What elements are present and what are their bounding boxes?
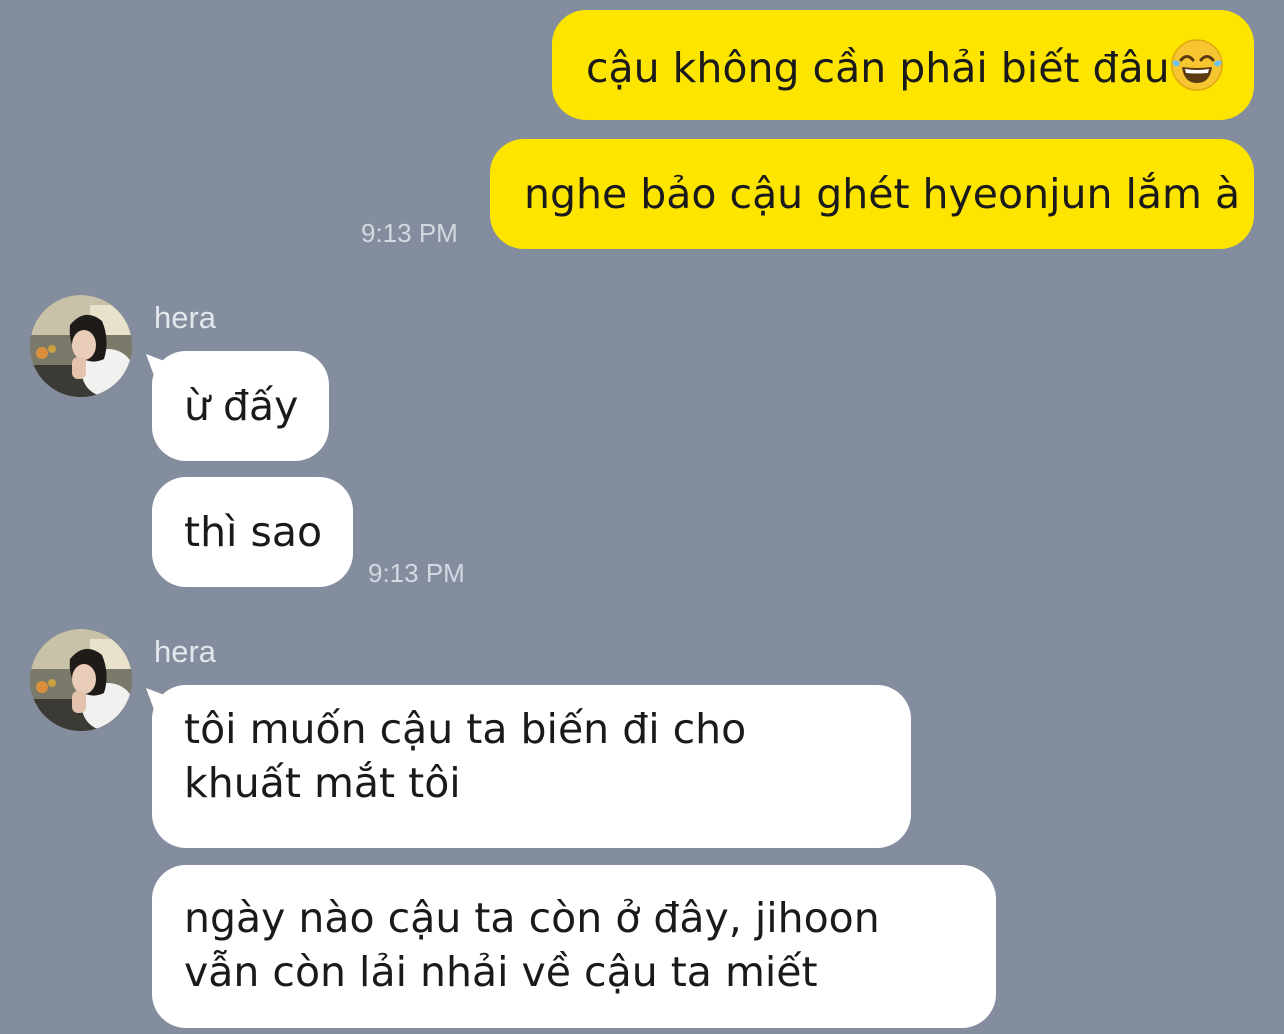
avatar[interactable] <box>30 295 132 397</box>
sent-message-bubble[interactable]: cậu không cần phải biết đâu <box>552 10 1254 120</box>
avatar[interactable] <box>30 629 132 731</box>
message-text: cậu không cần phải biết đâu <box>586 44 1170 92</box>
tears-of-joy-emoji-icon <box>1170 39 1223 91</box>
sender-name: hera <box>154 634 217 669</box>
message-text: ngày nào cậu ta còn ở đây, jihoon vẫn cò… <box>184 894 880 996</box>
timestamp: 9:13 PM <box>361 218 458 248</box>
sender-name: hera <box>154 300 217 335</box>
received-message-bubble[interactable]: ừ đấy <box>152 351 329 461</box>
sent-message-bubble[interactable]: nghe bảo cậu ghét hyeonjun lắm à <box>490 139 1254 249</box>
timestamp: 9:13 PM <box>368 558 465 588</box>
message-text: nghe bảo cậu ghét hyeonjun lắm à <box>524 170 1241 218</box>
message-text: thì sao <box>184 508 323 556</box>
avatar-photo <box>30 295 132 397</box>
avatar-photo <box>30 629 132 731</box>
received-message-bubble[interactable]: thì sao <box>152 477 353 587</box>
message-text: tôi muốn cậu ta biến đi cho khuất mắt tô… <box>184 705 747 807</box>
received-message-bubble[interactable]: tôi muốn cậu ta biến đi cho khuất mắt tô… <box>152 685 911 848</box>
message-text: ừ đấy <box>184 382 299 430</box>
received-message-bubble[interactable]: ngày nào cậu ta còn ở đây, jihoon vẫn cò… <box>152 865 996 1028</box>
